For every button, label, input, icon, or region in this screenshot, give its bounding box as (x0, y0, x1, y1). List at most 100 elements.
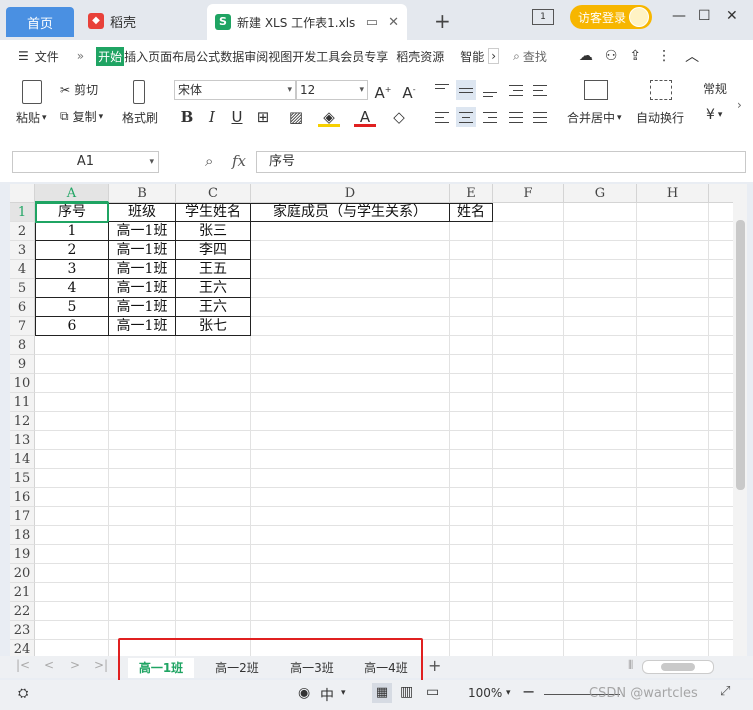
row-header[interactable]: 17 (10, 507, 35, 526)
row-header[interactable]: 24 (10, 640, 35, 656)
distributed-align-icon[interactable] (530, 107, 550, 127)
col-header-h[interactable]: H (637, 184, 709, 203)
bold-button[interactable]: B (176, 106, 198, 128)
cell-e1[interactable]: 姓名 (450, 203, 493, 222)
last-sheet-icon[interactable]: >| (94, 658, 108, 672)
cell-b1[interactable]: 班级 (109, 203, 176, 222)
row-header[interactable]: 1 (10, 203, 35, 222)
cell-b4[interactable]: 高一1班 (109, 260, 176, 279)
fill-color-icon[interactable]: ◈ (318, 106, 340, 127)
col-header-b[interactable]: B (109, 184, 176, 203)
zoom-lookup-icon[interactable]: ⌕ (205, 152, 213, 170)
indent-increase-icon[interactable] (530, 80, 550, 100)
font-size-select[interactable]: 12 ▾ (296, 80, 368, 100)
cell-a2[interactable]: 1 (36, 222, 109, 241)
menu-data[interactable]: 数据 (220, 48, 244, 65)
increase-font-icon[interactable]: A+ (372, 79, 394, 102)
eye-protection-icon[interactable]: ◉ (298, 685, 310, 701)
page-layout-view-icon[interactable]: ▥ (400, 684, 413, 700)
select-all-corner[interactable] (10, 184, 35, 203)
macro-record-icon[interactable]: ⛭ (18, 686, 28, 701)
cloud-sync-icon[interactable]: ☁ (579, 48, 593, 64)
split-handle-icon[interactable]: ⦀ (628, 658, 633, 673)
add-sheet-button[interactable]: + (428, 656, 441, 675)
merge-center-button[interactable]: 合并居中 ▾ (567, 109, 622, 126)
search-icon[interactable]: ⌕ (513, 49, 520, 64)
menu-page-layout[interactable]: 页面布局 (148, 48, 196, 65)
row-header[interactable]: 7 (10, 317, 35, 336)
menu-more-left[interactable]: » (77, 49, 84, 63)
cell-b2[interactable]: 高一1班 (109, 222, 176, 241)
fill-pattern-icon[interactable]: ▨ (285, 106, 307, 128)
row-header[interactable]: 19 (10, 545, 35, 564)
spreadsheet-grid[interactable]: A B C D E F G H 1 2 3 4 5 6 7 8 9 10 11 … (10, 184, 747, 656)
justify-icon[interactable] (506, 107, 526, 127)
search-button[interactable]: 查找 (523, 48, 547, 65)
tab-document[interactable]: S 新建 XLS 工作表1.xls ▭ ✕ (207, 4, 407, 40)
close-window-icon[interactable]: ✕ (726, 8, 738, 24)
italic-button[interactable]: I (201, 106, 223, 128)
menu-view[interactable]: 视图 (268, 48, 292, 65)
menu-member[interactable]: 会员专享 (340, 48, 388, 65)
row-header[interactable]: 11 (10, 393, 35, 412)
collaborate-icon[interactable]: ⚇ (605, 48, 618, 64)
cell-a3[interactable]: 2 (36, 241, 109, 260)
row-header[interactable]: 3 (10, 241, 35, 260)
border-icon[interactable]: ⊞ (252, 106, 274, 128)
share-icon[interactable]: ⇪ (629, 48, 641, 64)
cell-c2[interactable]: 张三 (176, 222, 251, 241)
first-sheet-icon[interactable]: |< (16, 658, 30, 672)
row-header[interactable]: 9 (10, 355, 35, 374)
prev-sheet-icon[interactable]: < (44, 658, 54, 672)
menu-smart[interactable]: 智能 (460, 48, 484, 65)
login-button[interactable]: 访客登录 (570, 5, 652, 29)
cell-b6[interactable]: 高一1班 (109, 298, 176, 317)
horizontal-scrollbar[interactable] (642, 660, 714, 674)
row-header[interactable]: 16 (10, 488, 35, 507)
copy-button[interactable]: ⧉ 复制 ▾ (60, 108, 103, 125)
row-header[interactable]: 4 (10, 260, 35, 279)
menu-formula[interactable]: 公式 (196, 48, 220, 65)
menu-scroll-right-icon[interactable]: › (488, 48, 500, 64)
eraser-icon[interactable]: ◇ (388, 106, 410, 128)
number-format-select[interactable]: 常规 (700, 80, 738, 100)
new-tab-button[interactable]: + (434, 9, 451, 33)
row-header[interactable]: 14 (10, 450, 35, 469)
align-middle-icon[interactable] (456, 80, 476, 100)
formula-input[interactable]: 序号 (256, 151, 746, 173)
font-name-select[interactable]: 宋体 ▾ (174, 80, 296, 100)
row-header[interactable]: 5 (10, 279, 35, 298)
more-options-icon[interactable]: ⋮ (657, 48, 671, 64)
ribbon-scroll-right-icon[interactable]: › (737, 98, 742, 112)
row-header[interactable]: 23 (10, 621, 35, 640)
merge-cells-icon[interactable] (584, 80, 608, 100)
format-painter-button[interactable]: 格式刷 (122, 109, 158, 126)
menu-insert[interactable]: 插入 (124, 48, 148, 65)
window-list-icon[interactable]: 1 (532, 9, 554, 25)
cell-b5[interactable]: 高一1班 (109, 279, 176, 298)
align-center-icon[interactable] (456, 107, 476, 127)
row-header[interactable]: 13 (10, 431, 35, 450)
vertical-scroll-thumb[interactable] (736, 220, 745, 490)
menu-file[interactable]: 文件 (35, 48, 59, 65)
horizontal-scroll-thumb[interactable] (661, 663, 695, 671)
menu-review[interactable]: 审阅 (244, 48, 268, 65)
paste-icon[interactable] (22, 80, 42, 104)
menu-home[interactable]: 开始 (96, 46, 125, 66)
chevron-down-icon[interactable]: ▾ (341, 688, 346, 698)
zoom-level[interactable]: 100% (468, 686, 502, 700)
col-header-e[interactable]: E (450, 184, 493, 203)
zoom-out-icon[interactable]: − (522, 682, 535, 701)
cell-c6[interactable]: 王六 (176, 298, 251, 317)
row-header[interactable]: 2 (10, 222, 35, 241)
maximize-icon[interactable]: ☐ (698, 8, 711, 24)
cell-c7[interactable]: 张七 (176, 317, 251, 336)
col-header-d[interactable]: D (251, 184, 450, 203)
indent-decrease-icon[interactable] (506, 80, 526, 100)
align-bottom-icon[interactable] (480, 80, 500, 100)
cell-c3[interactable]: 李四 (176, 241, 251, 260)
name-box[interactable]: A1 ▾ (12, 151, 159, 173)
cell-a5[interactable]: 4 (36, 279, 109, 298)
cell-b7[interactable]: 高一1班 (109, 317, 176, 336)
cell-c1[interactable]: 学生姓名 (176, 203, 251, 222)
